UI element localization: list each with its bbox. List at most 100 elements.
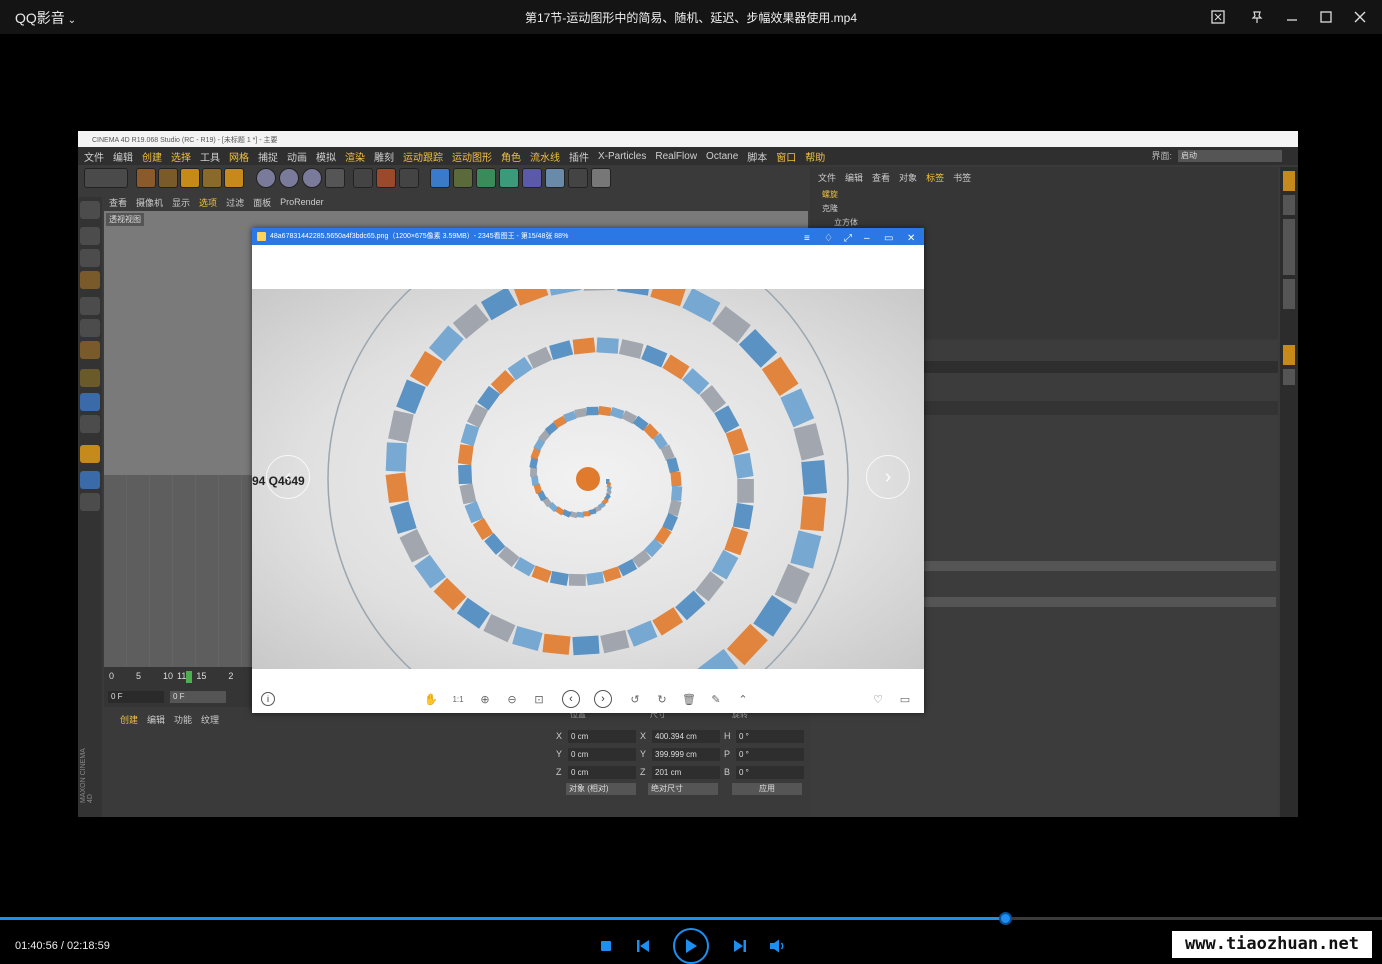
fit-window-icon: ⊡ (534, 693, 544, 706)
next-button[interactable] (731, 937, 749, 955)
spiral-panel (617, 289, 649, 296)
side-tab (1283, 219, 1295, 275)
progress-bar[interactable] (0, 912, 1382, 925)
spiral-panel (464, 501, 484, 524)
c4d-menu-item: RealFlow (655, 150, 698, 162)
spiral-panel (542, 633, 571, 655)
side-tab (1283, 369, 1295, 385)
close-icon[interactable] (1349, 6, 1371, 28)
c4d-menu-item: 窗口 (776, 152, 797, 164)
render-view-icon (353, 168, 373, 188)
spiral-panel (780, 388, 815, 428)
om-menu-item: 对象 (899, 173, 918, 183)
spiral-panel (483, 613, 516, 643)
spiral-panel (586, 571, 605, 586)
spiral-panel (652, 607, 684, 636)
spiral-panel (662, 354, 690, 380)
maximize-icon[interactable] (1315, 6, 1337, 28)
spiral-panel (513, 289, 549, 306)
side-tab (1283, 171, 1295, 191)
tweak-mode-icon (80, 393, 100, 411)
image-viewer-window: 48a67831442285.5650a4f3bdc65.png（1200×67… (252, 228, 924, 713)
mini-mode-icon[interactable] (1207, 6, 1229, 28)
spiral-panel (459, 483, 477, 505)
delete-icon: 🗑 (682, 693, 696, 706)
camera-icon (568, 168, 588, 188)
spiral-panel (733, 452, 754, 479)
volume-icon (770, 939, 784, 953)
play-button[interactable] (673, 928, 709, 964)
c4d-menu-item: X-Particles (598, 150, 647, 162)
spiral-panel (598, 405, 612, 417)
axis-label: Z (640, 767, 646, 777)
previous-button[interactable] (634, 937, 652, 955)
material-menu-item: 纹理 (201, 715, 220, 725)
spiral-panel (396, 379, 426, 414)
c4d-menu-item: 编辑 (113, 152, 133, 164)
cloner-icon (499, 168, 519, 188)
object-spiral: 螺旋 (822, 190, 838, 199)
om-menu-item: 文件 (818, 173, 837, 183)
c4d-menu-item: Octane (706, 150, 739, 162)
axis-label: P (724, 749, 731, 759)
side-tab (1283, 195, 1295, 215)
viewport-menu-item: 摄像机 (136, 197, 164, 208)
spiral-panel (714, 405, 740, 434)
c4d-menu-item: 工具 (200, 152, 220, 164)
light-icon (591, 168, 611, 188)
spiral-panel (531, 565, 552, 583)
timeline-tick: 2 (228, 671, 234, 681)
stop-button[interactable] (598, 938, 614, 954)
c4d-toolbar (78, 165, 808, 193)
spiral-panel (549, 340, 574, 361)
om-menu-item: 标签 (926, 173, 945, 183)
rotate-right-icon: ↻ (657, 693, 667, 706)
next-icon: › (594, 690, 612, 708)
minimize-icon[interactable] (1281, 6, 1303, 28)
coordinates-panel: 位置 尺寸 旋转 X 0 cm X 400.394 cm H 0 ° Y 0 c… (552, 709, 808, 803)
spiral-panel (800, 496, 827, 532)
workplane-icon (80, 271, 100, 289)
viewport-menubar: 查看 摄像机 显示 选项 过滤 面板 ProRender (104, 195, 808, 209)
snap-icon (80, 415, 100, 433)
spiral-panel (583, 289, 615, 291)
side-tab (1283, 345, 1295, 365)
spiral-panel (399, 529, 430, 563)
z-axis-icon (302, 168, 322, 188)
viewport-menu-item: 面板 (253, 197, 272, 208)
spiral-panel (724, 526, 749, 556)
more-icon: ⌃ (738, 693, 748, 706)
spiral-panel (549, 289, 582, 296)
spiral-panel (549, 570, 569, 586)
frame-field: 0 F (108, 691, 164, 703)
spiral-panel (711, 549, 739, 580)
om-menu-item: 查看 (872, 173, 891, 183)
spiral-panel (737, 479, 754, 503)
play-icon (686, 939, 697, 953)
timeline-tick: 10 (163, 671, 174, 681)
c4d-menu-item: 模拟 (316, 152, 336, 164)
menu-icon: ≡ (804, 233, 810, 244)
size-mode-dropdown: 绝对尺寸 (648, 783, 718, 795)
zoom-out-icon: ⊖ (507, 693, 517, 706)
recent-tool-icon (224, 168, 244, 188)
axis-label: Y (556, 749, 563, 759)
timeline-tick: 0 (109, 671, 115, 681)
c4d-menu-item: 渲染 (345, 152, 365, 164)
apply-button: 应用 (732, 783, 802, 795)
select-tool-icon (136, 168, 156, 188)
title-bar: QQ影音 ⌄ 第17节-运动图形中的简易、随机、延迟、步幅效果器使用.mp4 (0, 0, 1382, 34)
c4d-menu-item: 运动跟踪 (403, 152, 443, 164)
pin-icon[interactable] (1246, 6, 1268, 28)
spiral-panel (385, 472, 409, 503)
image-file-icon (257, 232, 266, 241)
spiral-panel (458, 464, 473, 485)
spiral-panel (793, 423, 824, 461)
timeline-tick: 5 (136, 671, 142, 681)
volume-button[interactable] (768, 937, 788, 955)
spiral-panel (481, 289, 518, 321)
interface-label: 界面: (1151, 151, 1172, 161)
progress-handle[interactable] (998, 912, 1012, 925)
attr-row (910, 401, 1278, 415)
pos-x-field: 0 cm (568, 729, 636, 743)
